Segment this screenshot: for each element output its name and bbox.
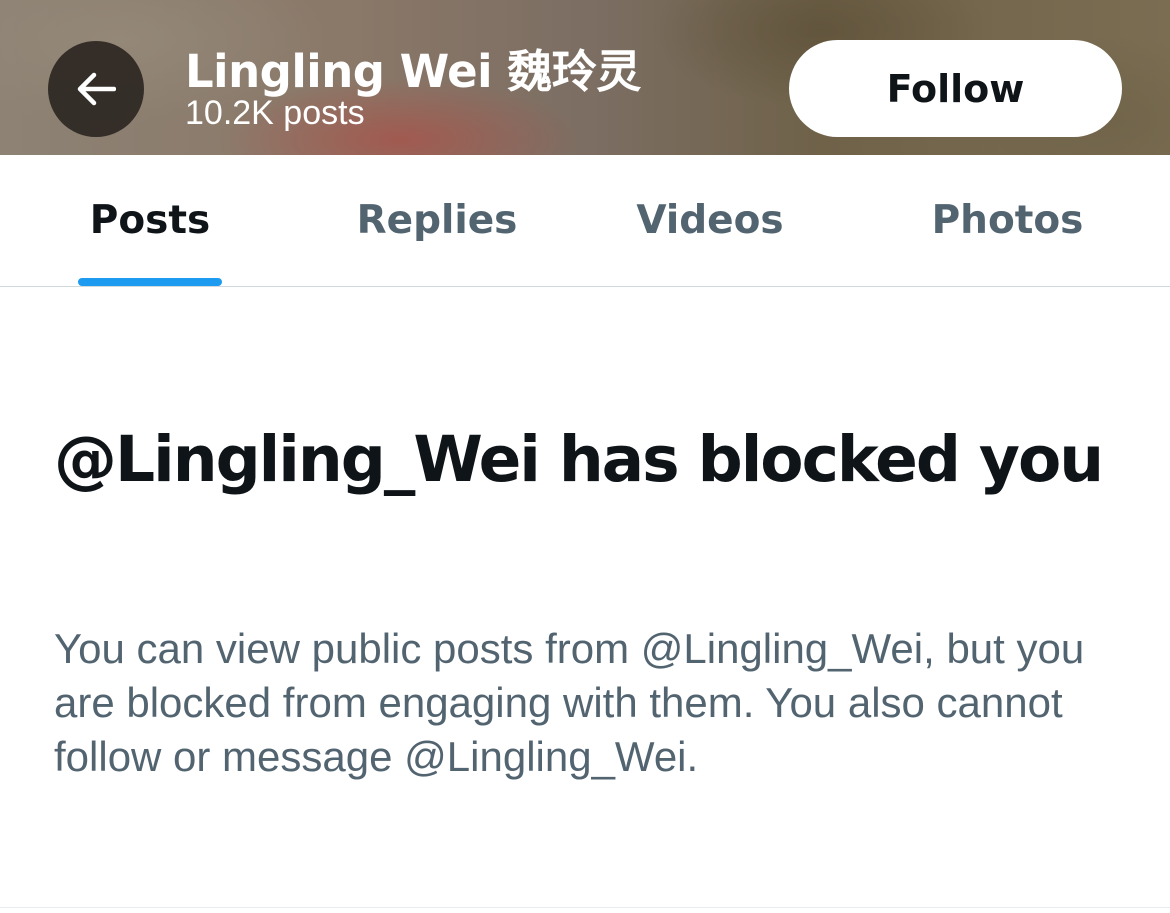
display-name: Lingling Wei 魏玲灵 [185, 45, 641, 98]
profile-title-block: Lingling Wei 魏玲灵 10.2K posts [185, 44, 641, 132]
tab-replies[interactable]: Replies [337, 155, 537, 286]
follow-button[interactable]: Follow [789, 40, 1122, 137]
back-button[interactable] [48, 41, 144, 137]
active-tab-indicator [78, 278, 222, 286]
tab-posts[interactable]: Posts [60, 155, 240, 286]
profile-header: Lingling Wei 魏玲灵 10.2K posts Follow [0, 0, 1170, 155]
profile-tabs: Posts Replies Videos Photos [0, 155, 1170, 287]
divider [0, 907, 1170, 908]
arrow-left-icon [76, 72, 116, 106]
tab-videos[interactable]: Videos [620, 155, 800, 286]
tab-photos[interactable]: Photos [910, 155, 1105, 286]
blocked-title: @Lingling_Wei has blocked you [54, 423, 1104, 496]
blocked-description: You can view public posts from @Lingling… [54, 625, 1085, 780]
